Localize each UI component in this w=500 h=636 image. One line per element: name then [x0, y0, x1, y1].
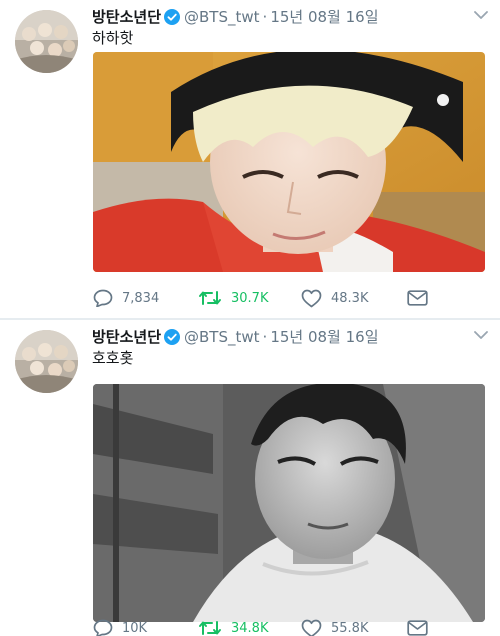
- chevron-down-icon[interactable]: [474, 10, 488, 20]
- reply-count: 10K: [122, 620, 148, 636]
- direct-message-icon: [407, 290, 428, 306]
- retweet-count: 34.8K: [231, 620, 269, 636]
- retweet-button[interactable]: 34.8K: [198, 618, 268, 636]
- avatar[interactable]: [15, 10, 78, 73]
- tweet-header: 방탄소년단 @BTS_twt · 15년 08월 16일: [92, 326, 492, 348]
- display-name[interactable]: 방탄소년단: [92, 8, 161, 26]
- user-handle[interactable]: @BTS_twt: [184, 8, 260, 26]
- chevron-down-icon[interactable]: [474, 330, 488, 340]
- heart-icon: [301, 289, 322, 307]
- avatar[interactable]: [15, 330, 78, 393]
- like-button[interactable]: 55.8K: [301, 618, 368, 636]
- direct-message-button[interactable]: [407, 288, 437, 308]
- tweet-photo[interactable]: [93, 52, 485, 272]
- tweet-date[interactable]: 15년 08월 16일: [270, 8, 378, 26]
- separator: ·: [262, 328, 268, 346]
- retweet-button[interactable]: 30.7K: [198, 288, 268, 308]
- verified-badge-icon: [164, 9, 181, 25]
- retweet-count: 30.7K: [231, 290, 269, 306]
- tweet[interactable]: 방탄소년단 @BTS_twt · 15년 08월 16일 하하핫 7,834 3…: [0, 0, 500, 318]
- reply-button[interactable]: 7,834: [93, 288, 159, 308]
- tweet[interactable]: 방탄소년단 @BTS_twt · 15년 08월 16일 호호홋 10K 34.…: [0, 320, 500, 636]
- display-name[interactable]: 방탄소년단: [92, 328, 161, 346]
- retweet-icon: [199, 291, 221, 305]
- tweet-actions: 10K 34.8K 55.8K: [93, 618, 493, 636]
- tweet-text: 호호홋: [92, 349, 134, 367]
- like-count: 48.3K: [331, 290, 369, 306]
- reply-count: 7,834: [122, 290, 160, 306]
- direct-message-button[interactable]: [407, 618, 437, 636]
- verified-badge-icon: [164, 329, 181, 345]
- retweet-icon: [199, 621, 221, 635]
- separator: ·: [262, 8, 268, 26]
- tweet-header: 방탄소년단 @BTS_twt · 15년 08월 16일: [92, 6, 492, 28]
- direct-message-icon: [407, 620, 428, 636]
- tweet-photo[interactable]: [93, 384, 485, 622]
- heart-icon: [301, 619, 322, 636]
- tweet-actions: 7,834 30.7K 48.3K: [93, 288, 493, 308]
- like-button[interactable]: 48.3K: [301, 288, 368, 308]
- tweet-text: 하하핫: [92, 29, 134, 47]
- like-count: 55.8K: [331, 620, 369, 636]
- tweet-date[interactable]: 15년 08월 16일: [270, 328, 378, 346]
- reply-icon: [93, 289, 113, 307]
- reply-icon: [93, 619, 113, 636]
- user-handle[interactable]: @BTS_twt: [184, 328, 260, 346]
- reply-button[interactable]: 10K: [93, 618, 147, 636]
